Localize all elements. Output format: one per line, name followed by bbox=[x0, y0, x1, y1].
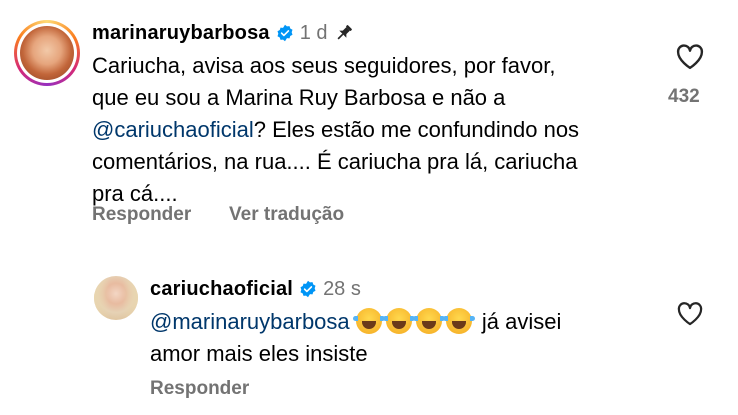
laughing-emoji-icon bbox=[352, 308, 385, 334]
reply-username[interactable]: cariuchaoficial bbox=[150, 278, 293, 301]
avatar-photo bbox=[94, 276, 138, 320]
reply-button[interactable]: Responder bbox=[150, 378, 249, 400]
pin-icon bbox=[337, 25, 352, 40]
reply-time: 28 s bbox=[323, 277, 361, 300]
laughing-emoji-icon bbox=[442, 308, 475, 334]
avatar-photo bbox=[20, 26, 74, 80]
reply-text: @marinaruybarbosa já avisei amor mais el… bbox=[150, 308, 562, 366]
comment-time: 1 d bbox=[299, 21, 328, 44]
comment-username[interactable]: marinaruybarbosa bbox=[92, 22, 270, 45]
laughing-emoji-icon bbox=[382, 308, 415, 334]
reply-button[interactable]: Responder bbox=[92, 204, 191, 226]
verified-badge-icon bbox=[277, 24, 293, 42]
like-count: 432 bbox=[668, 86, 700, 107]
laughing-emoji-icon bbox=[412, 308, 445, 334]
like-heart-icon[interactable] bbox=[676, 300, 704, 326]
verified-badge-icon bbox=[300, 280, 316, 298]
see-translation-button[interactable]: Ver tradução bbox=[229, 204, 344, 226]
emoji-group bbox=[352, 308, 482, 334]
reply-avatar[interactable] bbox=[94, 276, 138, 320]
mention-link[interactable]: @cariuchaoficial bbox=[92, 117, 254, 142]
comment-avatar[interactable] bbox=[14, 20, 80, 86]
comment-text: Cariucha, avisa aos seus seguidores, por… bbox=[92, 53, 580, 206]
like-heart-icon[interactable] bbox=[675, 42, 705, 70]
mention-link[interactable]: @marinaruybarbosa bbox=[150, 309, 350, 334]
